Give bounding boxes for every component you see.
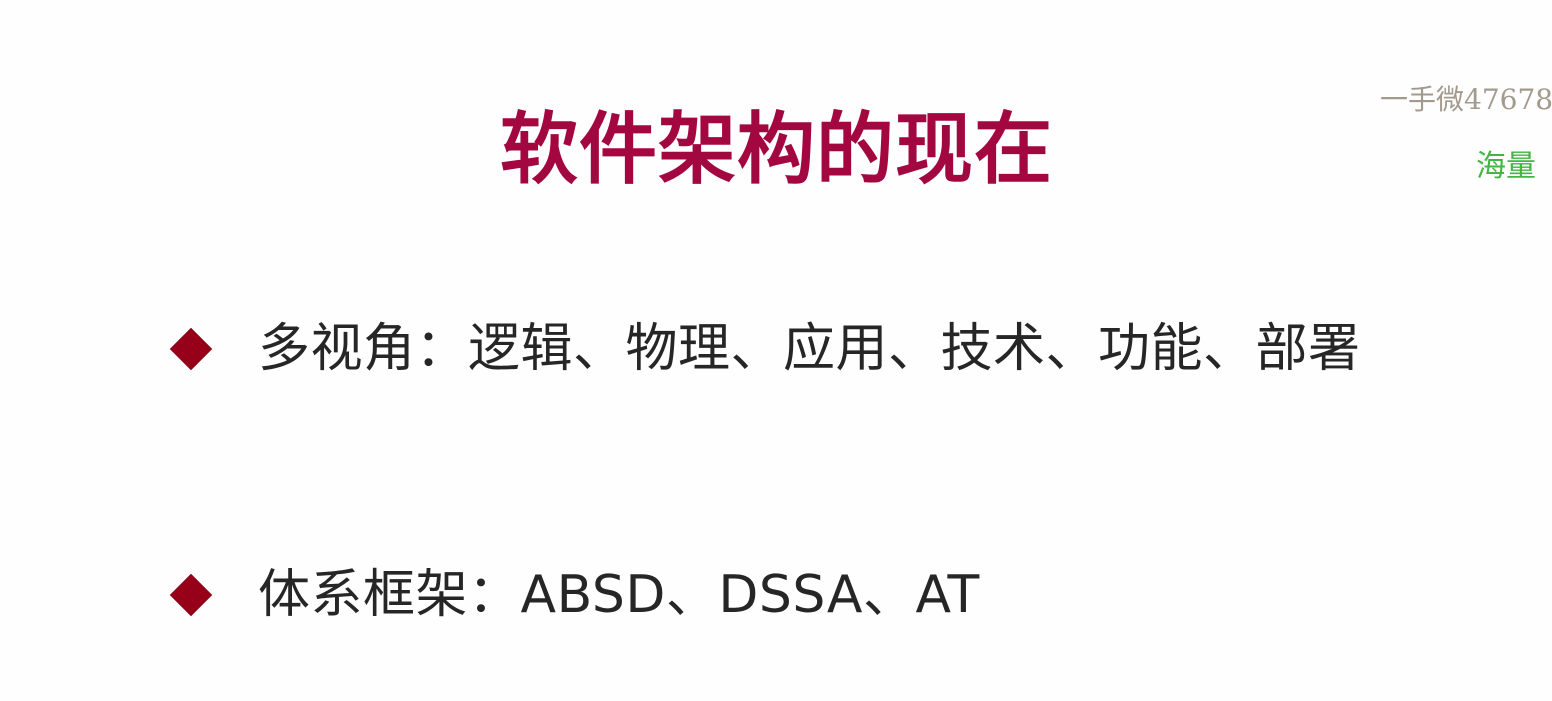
slide-title: 软件架构的现在 (500, 105, 1054, 195)
bullet-text: 多视角：逻辑、物理、应用、技术、功能、部署 (258, 319, 1361, 379)
diamond-bullet-icon (169, 327, 213, 371)
diamond-bullet-icon (169, 573, 213, 617)
bullet-text: 体系框架：ABSD、DSSA、AT (258, 565, 980, 625)
presentation-slide: 软件架构的现在 一手微47678 海量 多视角：逻辑、物理、应用、技术、功能、部… (0, 0, 1552, 701)
bullet-item-multi-view: 多视角：逻辑、物理、应用、技术、功能、部署 (169, 318, 1361, 380)
watermark-contact: 一手微47678 (1380, 83, 1552, 116)
watermark-more: 海量 (1476, 149, 1536, 184)
bullet-item-framework: 体系框架：ABSD、DSSA、AT (169, 564, 980, 626)
